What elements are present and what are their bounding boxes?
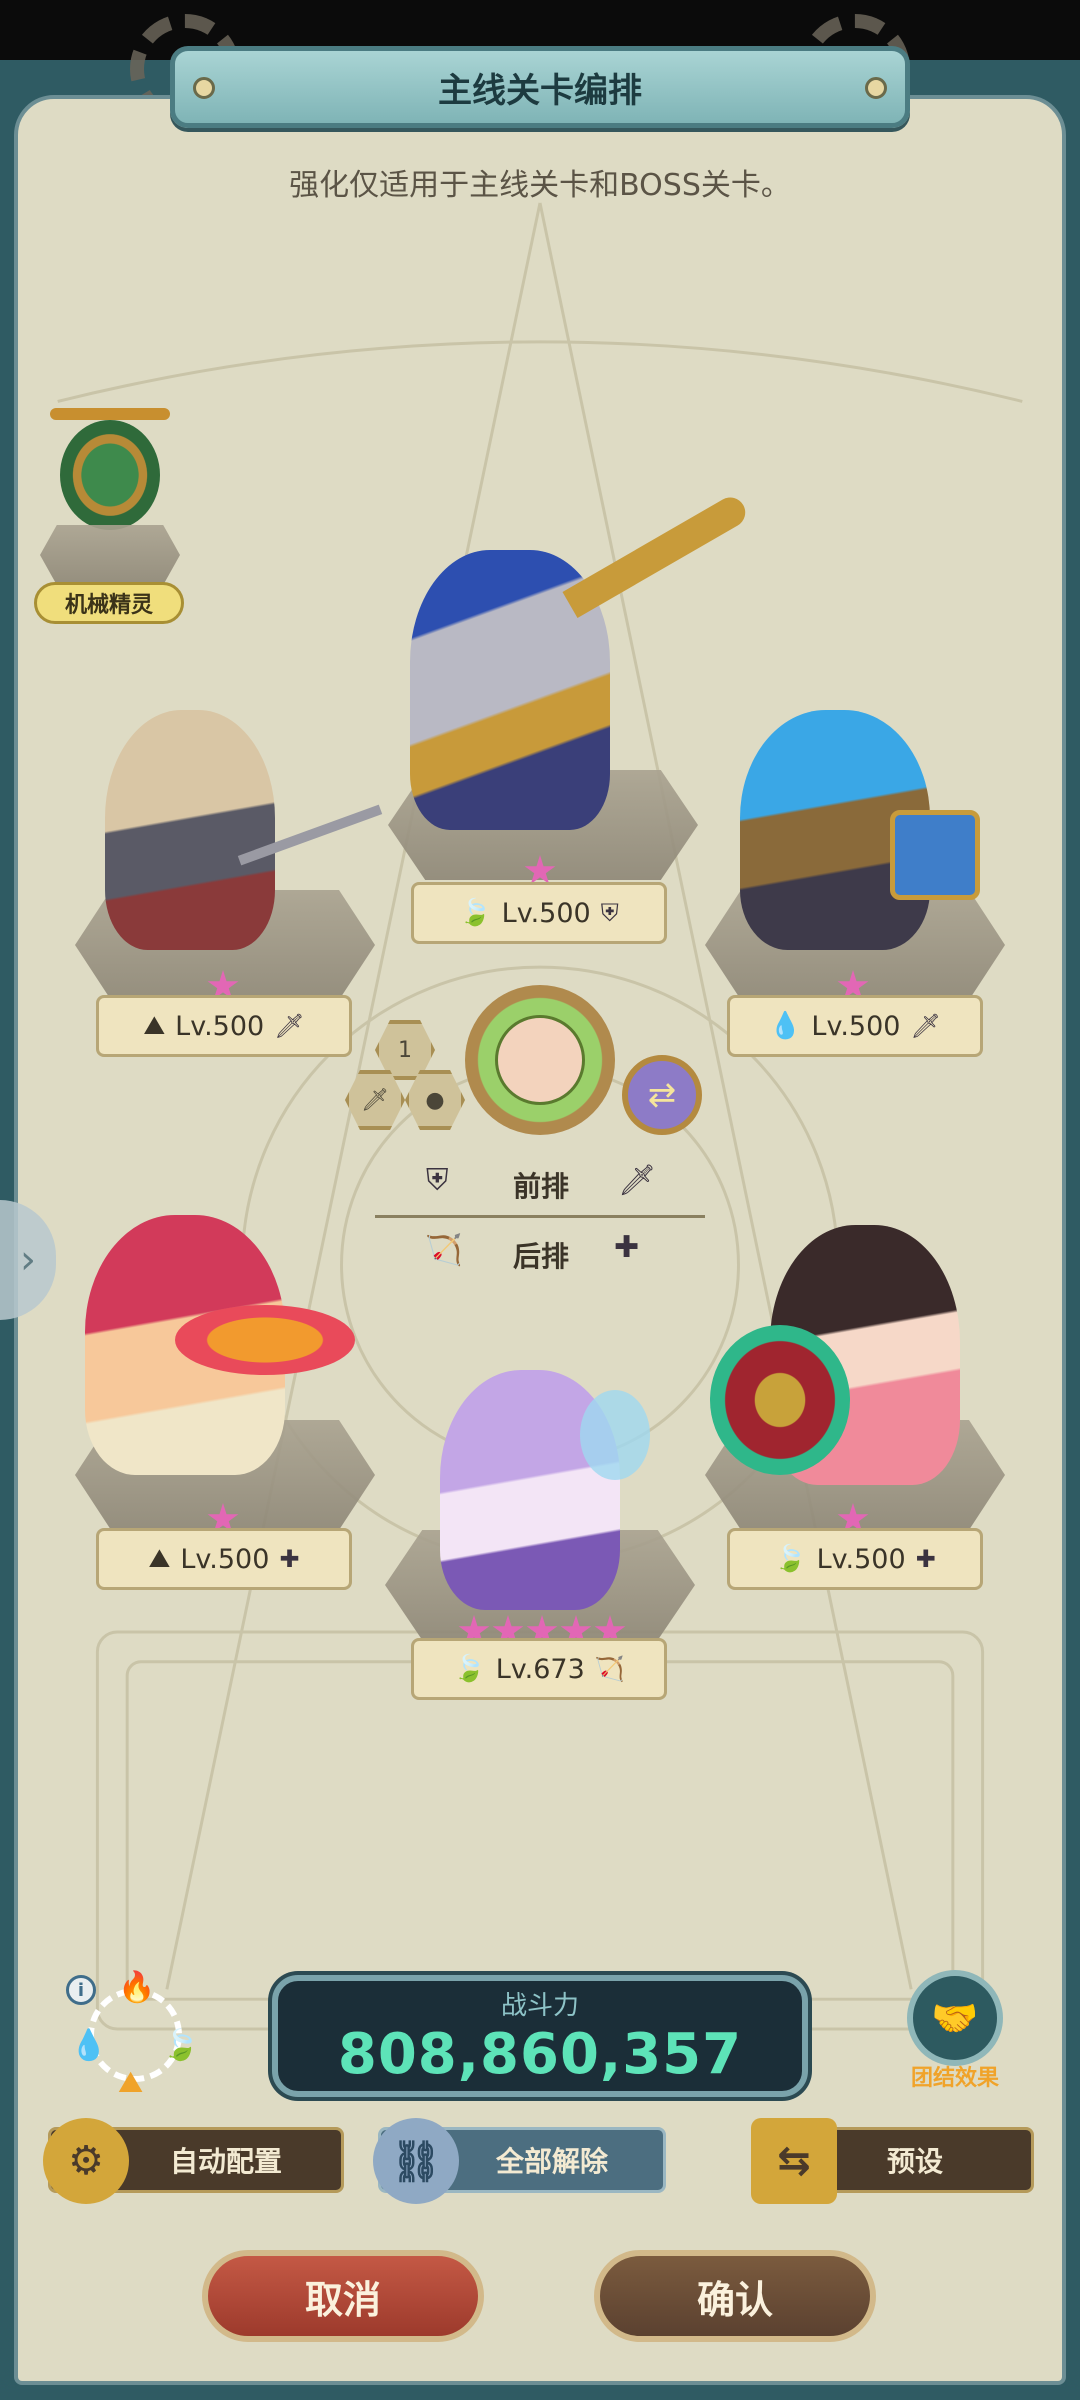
level-plate-back-left: ⛰ Lv.500 ✚ bbox=[96, 1528, 352, 1590]
preset-button[interactable]: ⇆ 预设 bbox=[751, 2118, 1034, 2204]
leader-face-icon bbox=[495, 1015, 585, 1105]
cancel-label: 取消 bbox=[304, 2277, 381, 2322]
slot-number: 1 bbox=[398, 1037, 412, 1063]
sword-role-icon: 🗡 bbox=[910, 1012, 941, 1040]
page-title: 主线关卡编排 bbox=[438, 70, 642, 111]
shield-role-icon: ⛨ bbox=[600, 899, 619, 927]
spirit-pedestal bbox=[40, 525, 180, 585]
heal-role-icon: ✚ bbox=[279, 1545, 300, 1573]
level-plate-front-right: 💧 Lv.500 🗡 bbox=[727, 995, 983, 1057]
title-banner: 主线关卡编排 bbox=[170, 46, 910, 128]
fire-element-icon: 🔥 bbox=[118, 1970, 156, 2005]
sword-role-icon: 🗡 bbox=[618, 1163, 657, 1198]
hero-level: Lv.500 bbox=[811, 1010, 901, 1042]
preset-arrows-icon: ⇆ bbox=[751, 2118, 837, 2204]
level-plate-front-center: 🍃 Lv.500 ⛨ bbox=[411, 882, 667, 944]
clear-all-button[interactable]: ⛓ 全部解除 bbox=[373, 2118, 666, 2204]
earth-element-icon: ⛰ bbox=[143, 1011, 166, 1041]
hero-level: Lv.500 bbox=[816, 1543, 906, 1575]
heal-role-icon: ✚ bbox=[614, 1230, 640, 1265]
level-plate-back-right: 🍃 Lv.500 ✚ bbox=[727, 1528, 983, 1590]
hero-level: Lv.673 bbox=[495, 1653, 585, 1685]
handshake-icon: 🤝 bbox=[907, 1970, 1003, 2066]
clear-all-label: 全部解除 bbox=[495, 2145, 608, 2178]
ornate-shield-icon bbox=[710, 1325, 850, 1475]
unlink-icon: ⛓ bbox=[373, 2118, 459, 2204]
hero-front-left[interactable] bbox=[85, 710, 385, 970]
hero-front-right[interactable] bbox=[720, 700, 1000, 970]
level-plate-back-center: 🍃 Lv.673 🏹 bbox=[411, 1638, 667, 1700]
front-row-label: 前排 bbox=[513, 1170, 570, 1203]
leader-portrait[interactable] bbox=[465, 985, 615, 1135]
hero-front-left-sprite bbox=[105, 710, 275, 950]
wind-element-icon: 🍃 bbox=[459, 898, 492, 928]
hero-front-center[interactable] bbox=[370, 492, 751, 850]
earth-element-icon: ⛰ bbox=[148, 1544, 171, 1574]
hero-back-right[interactable] bbox=[700, 1225, 1000, 1505]
bow-role-icon: 🏹 bbox=[425, 1233, 463, 1268]
combat-power-value: 808,860,357 bbox=[337, 2022, 743, 2087]
auto-configure-label: 自动配置 bbox=[169, 2145, 282, 2178]
confirm-button[interactable]: 确认 bbox=[594, 2250, 876, 2342]
row-divider bbox=[375, 1215, 705, 1218]
hero-level: Lv.500 bbox=[180, 1543, 270, 1575]
combat-power-label: 战斗力 bbox=[500, 1991, 579, 2021]
combat-power-box: 战斗力 808,860,357 bbox=[272, 1975, 808, 2097]
auto-configure-button[interactable]: ⚙ 自动配置 bbox=[43, 2118, 344, 2204]
shield-role-icon: ⛨ bbox=[426, 1163, 449, 1198]
hero-back-left[interactable] bbox=[25, 1195, 375, 1495]
level-plate-front-left: ⛰ Lv.500 🗡 bbox=[96, 995, 352, 1057]
gear-icon: ⚙ bbox=[43, 2118, 129, 2204]
back-row-label: 后排 bbox=[513, 1240, 570, 1273]
sword-role-icon: 🗡 bbox=[274, 1012, 305, 1040]
wind-element-icon: 🍃 bbox=[162, 2028, 200, 2063]
propeller-icon bbox=[50, 408, 170, 420]
hero-level: Lv.500 bbox=[501, 897, 591, 929]
banner-rivet-right bbox=[865, 77, 887, 99]
cancel-button[interactable]: 取消 bbox=[202, 2250, 484, 2342]
page-subtitle: 强化仅适用于主线关卡和BOSS关卡。 bbox=[289, 168, 791, 203]
swap-leader-button[interactable]: ⇄ bbox=[622, 1055, 702, 1135]
heal-role-icon: ✚ bbox=[915, 1545, 936, 1573]
fruit-tray-icon bbox=[175, 1305, 355, 1375]
water-element-icon: 💧 bbox=[70, 2028, 108, 2063]
wind-element-icon: 🍃 bbox=[453, 1654, 486, 1684]
preset-label: 预设 bbox=[886, 2145, 943, 2178]
team-effect-label: 团结效果 bbox=[910, 2066, 999, 2091]
mech-spirit-label[interactable]: 机械精灵 bbox=[34, 582, 184, 624]
hero-level: Lv.500 bbox=[175, 1010, 265, 1042]
water-element-icon: 💧 bbox=[769, 1011, 802, 1041]
mech-spirit-icon bbox=[60, 420, 160, 530]
hero-back-center[interactable] bbox=[390, 1370, 680, 1620]
confirm-label: 确认 bbox=[696, 2277, 773, 2322]
fairy-wings-icon bbox=[580, 1390, 650, 1480]
banner-rivet-left bbox=[193, 77, 215, 99]
team-effect-button[interactable]: 🤝 团结效果 bbox=[900, 1970, 1010, 2095]
wind-element-icon: 🍃 bbox=[774, 1544, 807, 1574]
element-advantage-wheel[interactable]: 🔥 💧 🍃 ⛰ bbox=[70, 1970, 200, 2100]
bow-role-icon: 🏹 bbox=[594, 1655, 625, 1683]
gauntlet-icon bbox=[890, 810, 980, 900]
earth-element-icon: ⛰ bbox=[118, 2065, 144, 2100]
